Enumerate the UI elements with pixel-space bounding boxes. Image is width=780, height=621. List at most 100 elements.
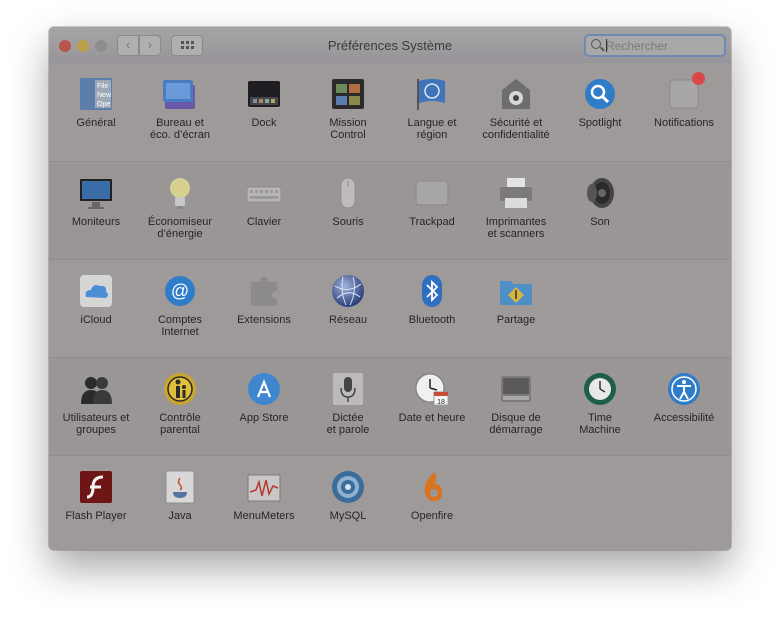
- pane-flash-player[interactable]: Flash Player: [54, 470, 138, 522]
- pane-sound[interactable]: Son: [558, 176, 642, 228]
- pane-label: Flash Player: [65, 510, 127, 522]
- pane-label: Imprimantes et scanners: [485, 216, 547, 240]
- pane-mission-control[interactable]: Mission Control: [306, 77, 390, 141]
- pane-label: Utilisateurs et groupes: [62, 412, 130, 436]
- dictation-icon: [331, 372, 365, 406]
- pane-trackpad[interactable]: Trackpad: [390, 176, 474, 228]
- general-icon-text-2: New: [97, 92, 112, 99]
- app-store-icon: [247, 372, 281, 406]
- mission-control-icon: [331, 77, 365, 111]
- search-input[interactable]: [606, 38, 716, 53]
- search-field[interactable]: [584, 34, 726, 57]
- pane-label: Souris: [332, 216, 364, 228]
- pane-displays[interactable]: Moniteurs: [54, 176, 138, 228]
- keyboard-icon: [246, 176, 282, 210]
- pane-icloud[interactable]: iCloud: [54, 274, 138, 326]
- pane-openfire[interactable]: Openfire: [390, 470, 474, 522]
- pane-mouse[interactable]: Souris: [306, 176, 390, 228]
- pane-label: Comptes Internet: [157, 314, 203, 338]
- pane-general[interactable]: File New Ope Général: [54, 77, 138, 129]
- pane-label: Réseau: [329, 314, 367, 326]
- pane-java[interactable]: Java: [138, 470, 222, 522]
- pane-notifications[interactable]: Notifications: [642, 72, 726, 129]
- pane-desktop-screensaver[interactable]: Bureau et éco. d’écran: [138, 77, 222, 141]
- pane-label: Dock: [251, 117, 277, 129]
- pane-security[interactable]: Sécurité et confidentialité: [474, 77, 558, 141]
- trackpad-icon: [415, 176, 449, 210]
- svg-text:@: @: [171, 281, 189, 301]
- preferences-row-5: Flash Player Java MenuMeters MySQL Openf…: [49, 455, 731, 550]
- pane-label: iCloud: [80, 314, 112, 326]
- pane-mysql[interactable]: MySQL: [306, 470, 390, 522]
- pane-printers[interactable]: Imprimantes et scanners: [474, 176, 558, 240]
- menumeters-icon: [247, 470, 281, 504]
- pane-label: Bureau et éco. d’écran: [150, 117, 210, 141]
- pane-startup-disk[interactable]: Disque de démarrage: [474, 372, 558, 436]
- general-icon-text-3: Ope: [97, 101, 110, 108]
- desktop-screensaver-icon: [163, 77, 197, 111]
- spotlight-icon: [583, 77, 617, 111]
- pane-label: Partage: [496, 314, 536, 326]
- pane-label: Disque de démarrage: [489, 412, 543, 436]
- time-machine-icon: [583, 372, 617, 406]
- pane-bluetooth[interactable]: Bluetooth: [390, 274, 474, 326]
- pane-label: Son: [590, 216, 610, 228]
- icloud-icon: [79, 274, 113, 308]
- pane-internet-accounts[interactable]: @ Comptes Internet: [138, 274, 222, 338]
- pane-label: MySQL: [329, 510, 367, 522]
- pane-keyboard[interactable]: Clavier: [222, 176, 306, 228]
- pane-label: Bluetooth: [408, 314, 456, 326]
- notifications-icon: [667, 72, 705, 111]
- security-icon: [499, 77, 533, 111]
- users-groups-icon: [79, 372, 113, 406]
- pane-spotlight[interactable]: Spotlight: [558, 77, 642, 129]
- network-icon: [331, 274, 365, 308]
- openfire-icon: [415, 470, 449, 504]
- preferences-row-2: Moniteurs Économiseur d’énergie Clavier …: [49, 161, 731, 260]
- pane-date-time[interactable]: 18 Date et heure: [390, 372, 474, 424]
- pane-network[interactable]: Réseau: [306, 274, 390, 326]
- pane-language-region[interactable]: Langue et région: [390, 77, 474, 141]
- pane-parental-controls[interactable]: Contrôle parental: [138, 372, 222, 436]
- printers-icon: [499, 176, 533, 210]
- search-icon: [591, 39, 601, 49]
- pane-label: Sécurité et confidentialité: [482, 117, 550, 141]
- pane-label: Accessibilité: [653, 412, 715, 424]
- pane-label: Général: [76, 117, 116, 129]
- pane-label: Date et heure: [398, 412, 466, 424]
- pane-menumeters[interactable]: MenuMeters: [222, 470, 306, 522]
- pane-dock[interactable]: Dock: [222, 77, 306, 129]
- internet-accounts-icon: @: [163, 274, 197, 308]
- extensions-icon: [247, 274, 281, 308]
- pane-extensions[interactable]: Extensions: [222, 274, 306, 326]
- pane-dictation[interactable]: Dictée et parole: [306, 372, 390, 436]
- sound-icon: [583, 176, 617, 210]
- language-region-icon: [415, 77, 449, 111]
- pane-time-machine[interactable]: Time Machine: [558, 372, 642, 436]
- preferences-row-4: Utilisateurs et groupes Contrôle parenta…: [49, 357, 731, 456]
- mysql-icon: [331, 470, 365, 504]
- pane-energy-saver[interactable]: Économiseur d’énergie: [138, 176, 222, 240]
- pane-label: Contrôle parental: [159, 412, 201, 436]
- date-time-icon: 18: [415, 372, 449, 406]
- displays-icon: [79, 176, 113, 210]
- preferences-row-3: iCloud @ Comptes Internet Extensions Rés…: [49, 259, 731, 550]
- pane-accessibility[interactable]: Accessibilité: [642, 372, 726, 424]
- preferences-row-1: File New Ope Général Bureau et éco. d’éc…: [49, 63, 731, 161]
- pane-label: Langue et région: [407, 117, 457, 141]
- pane-app-store[interactable]: App Store: [222, 372, 306, 424]
- java-icon: [163, 470, 197, 504]
- general-icon-text-1: File: [97, 83, 108, 90]
- energy-saver-icon: [163, 176, 197, 210]
- mouse-icon: [331, 176, 365, 210]
- pane-sharing[interactable]: Partage: [474, 274, 558, 326]
- pane-label: Spotlight: [578, 117, 622, 129]
- parental-controls-icon: [163, 372, 197, 406]
- pane-label: Openfire: [410, 510, 454, 522]
- pane-users-groups[interactable]: Utilisateurs et groupes: [54, 372, 138, 436]
- accessibility-icon: [667, 372, 701, 406]
- pane-label: Notifications: [654, 117, 714, 129]
- pane-label: Clavier: [246, 216, 282, 228]
- pane-label: Économiseur d’énergie: [147, 216, 213, 240]
- pane-label: MenuMeters: [233, 510, 295, 522]
